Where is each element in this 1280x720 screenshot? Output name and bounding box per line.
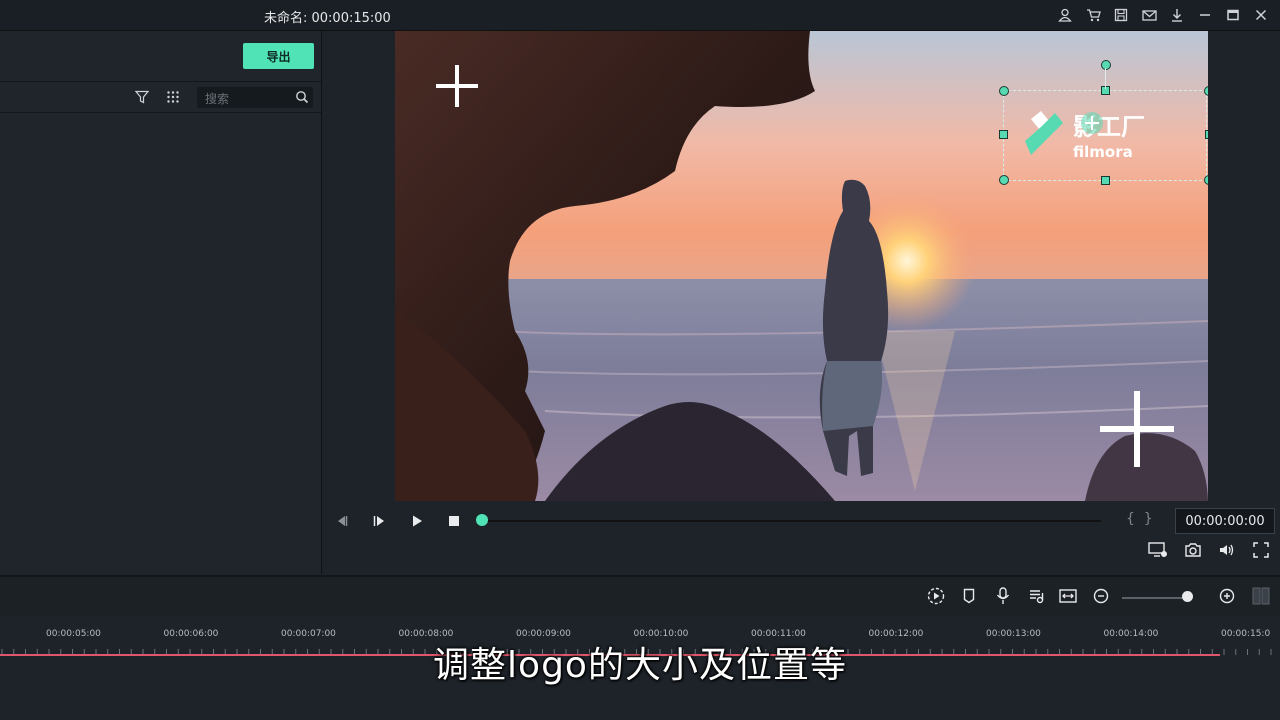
- search-placeholder: 搜索: [205, 92, 230, 106]
- resize-handle-bottom-left[interactable]: [999, 175, 1009, 185]
- resize-handle-top-right[interactable]: [1204, 86, 1208, 96]
- seek-bar[interactable]: [481, 520, 1101, 522]
- zoom-slider-track[interactable]: [1122, 597, 1188, 599]
- play-icon[interactable]: [409, 513, 425, 529]
- panel-layout-icon[interactable]: [1252, 587, 1270, 605]
- preview-panel: 影工厂 filmora: [322, 31, 1280, 574]
- close-icon[interactable]: [1250, 4, 1272, 26]
- save-icon[interactable]: [1110, 4, 1132, 26]
- resize-handle-left[interactable]: [999, 130, 1008, 139]
- marker-icon[interactable]: [960, 587, 978, 605]
- zoom-slider-thumb[interactable]: [1182, 591, 1193, 602]
- export-button[interactable]: 导出: [243, 43, 314, 69]
- render-preview-icon[interactable]: [927, 587, 945, 605]
- play-from-start-icon[interactable]: [371, 513, 387, 529]
- display-settings-icon[interactable]: [1148, 540, 1168, 560]
- timeline-toolbar: [0, 575, 1280, 617]
- title-bar: 未命名: 00:00:15:00: [0, 0, 1280, 31]
- resize-handle-right[interactable]: [1205, 130, 1208, 139]
- project-title: 未命名: 00:00:15:00: [264, 11, 391, 26]
- volume-icon[interactable]: [1217, 540, 1237, 560]
- minimize-icon[interactable]: [1194, 4, 1216, 26]
- mail-icon[interactable]: [1138, 4, 1160, 26]
- download-icon[interactable]: [1166, 4, 1188, 26]
- user-icon[interactable]: [1054, 4, 1076, 26]
- zoom-out-icon[interactable]: [1092, 587, 1110, 605]
- media-library-panel: 导出 搜索: [0, 31, 322, 574]
- resize-handle-bottom-right[interactable]: [1204, 175, 1208, 185]
- playback-controls: { } 00:00:00:00: [322, 505, 1280, 537]
- library-toolbar: 搜索: [0, 82, 321, 113]
- fit-timeline-icon[interactable]: [1059, 587, 1077, 605]
- search-input[interactable]: 搜索: [197, 87, 313, 108]
- audio-mixer-icon[interactable]: [1027, 587, 1045, 605]
- snapshot-camera-icon[interactable]: [1183, 540, 1203, 560]
- previous-frame-icon[interactable]: [334, 513, 350, 529]
- rotate-handle-stem: [1105, 68, 1106, 89]
- window-icons: [1054, 4, 1272, 26]
- zoom-in-icon[interactable]: [1218, 587, 1236, 605]
- search-icon[interactable]: [295, 90, 309, 104]
- filter-icon[interactable]: [135, 90, 149, 104]
- voiceover-mic-icon[interactable]: [994, 587, 1012, 605]
- preview-tools: [322, 540, 1280, 564]
- resize-handle-top-left[interactable]: [999, 86, 1009, 96]
- video-subtitle: 调整logo的大小及位置等: [433, 645, 847, 686]
- grid-view-icon[interactable]: [166, 90, 180, 104]
- resize-handle-bottom[interactable]: [1101, 176, 1110, 185]
- rotate-handle[interactable]: [1101, 60, 1111, 70]
- stop-icon[interactable]: [446, 513, 462, 529]
- video-preview[interactable]: 影工厂 filmora: [395, 31, 1208, 501]
- fullscreen-icon[interactable]: [1251, 540, 1271, 560]
- in-out-markers-icon[interactable]: { }: [1126, 511, 1153, 527]
- cart-icon[interactable]: [1082, 4, 1104, 26]
- timecode-display: 00:00:00:00: [1175, 508, 1275, 534]
- maximize-icon[interactable]: [1222, 4, 1244, 26]
- logo-selection-box[interactable]: [1003, 90, 1207, 181]
- seek-handle[interactable]: [476, 514, 488, 526]
